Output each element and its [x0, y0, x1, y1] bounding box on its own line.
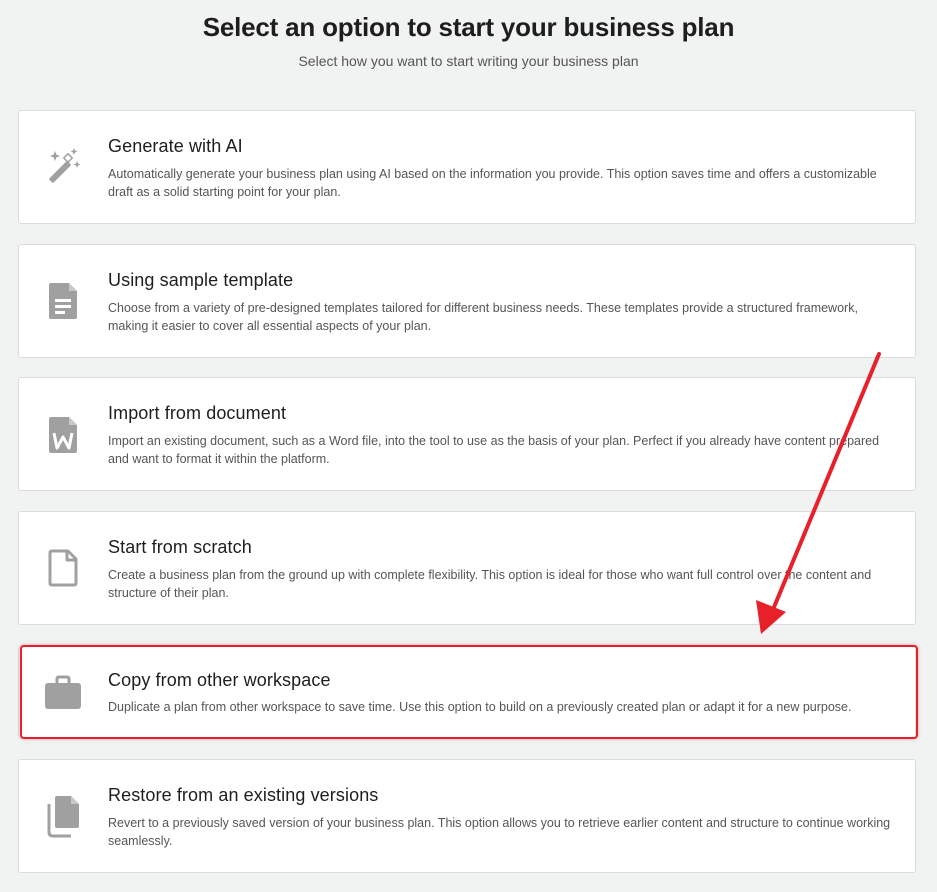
- option-description: Create a business plan from the ground u…: [108, 568, 872, 600]
- option-description: Choose from a variety of pre-designed te…: [108, 301, 858, 333]
- option-using-sample-template[interactable]: Using sample template Choose from a vari…: [18, 244, 916, 358]
- document-template-icon: [43, 279, 83, 323]
- option-description: Revert to a previously saved version of …: [108, 816, 891, 848]
- option-import-from-document[interactable]: Import from document Import an existing …: [18, 377, 916, 491]
- blank-file-icon: [43, 546, 83, 590]
- option-title: Restore from an existing versions: [108, 785, 379, 805]
- page-title: Select an option to start your business …: [202, 12, 735, 42]
- option-title: Using sample template: [108, 270, 294, 290]
- briefcase-icon: [43, 671, 83, 715]
- option-start-from-scratch[interactable]: Start from scratch Create a business pla…: [18, 511, 916, 625]
- copy-files-icon: [43, 794, 83, 838]
- option-copy-from-other-workspace[interactable]: Copy from other workspace Duplicate a pl…: [18, 646, 916, 738]
- option-title: Copy from other workspace: [108, 670, 331, 690]
- option-title: Import from document: [108, 403, 287, 423]
- word-document-icon: [43, 413, 83, 457]
- option-title: Generate with AI: [108, 136, 243, 156]
- magic-wand-icon: [43, 145, 83, 189]
- option-title: Start from scratch: [108, 537, 252, 557]
- option-restore-from-existing-versions[interactable]: Restore from an existing versions Revert…: [18, 759, 916, 873]
- page-subtitle: Select how you want to start writing you…: [298, 53, 639, 69]
- option-description: Automatically generate your business pla…: [108, 167, 877, 199]
- option-generate-with-ai[interactable]: Generate with AI Automatically generate …: [18, 110, 916, 224]
- option-description: Import an existing document, such as a W…: [108, 434, 880, 466]
- option-description: Duplicate a plan from other workspace to…: [108, 700, 852, 714]
